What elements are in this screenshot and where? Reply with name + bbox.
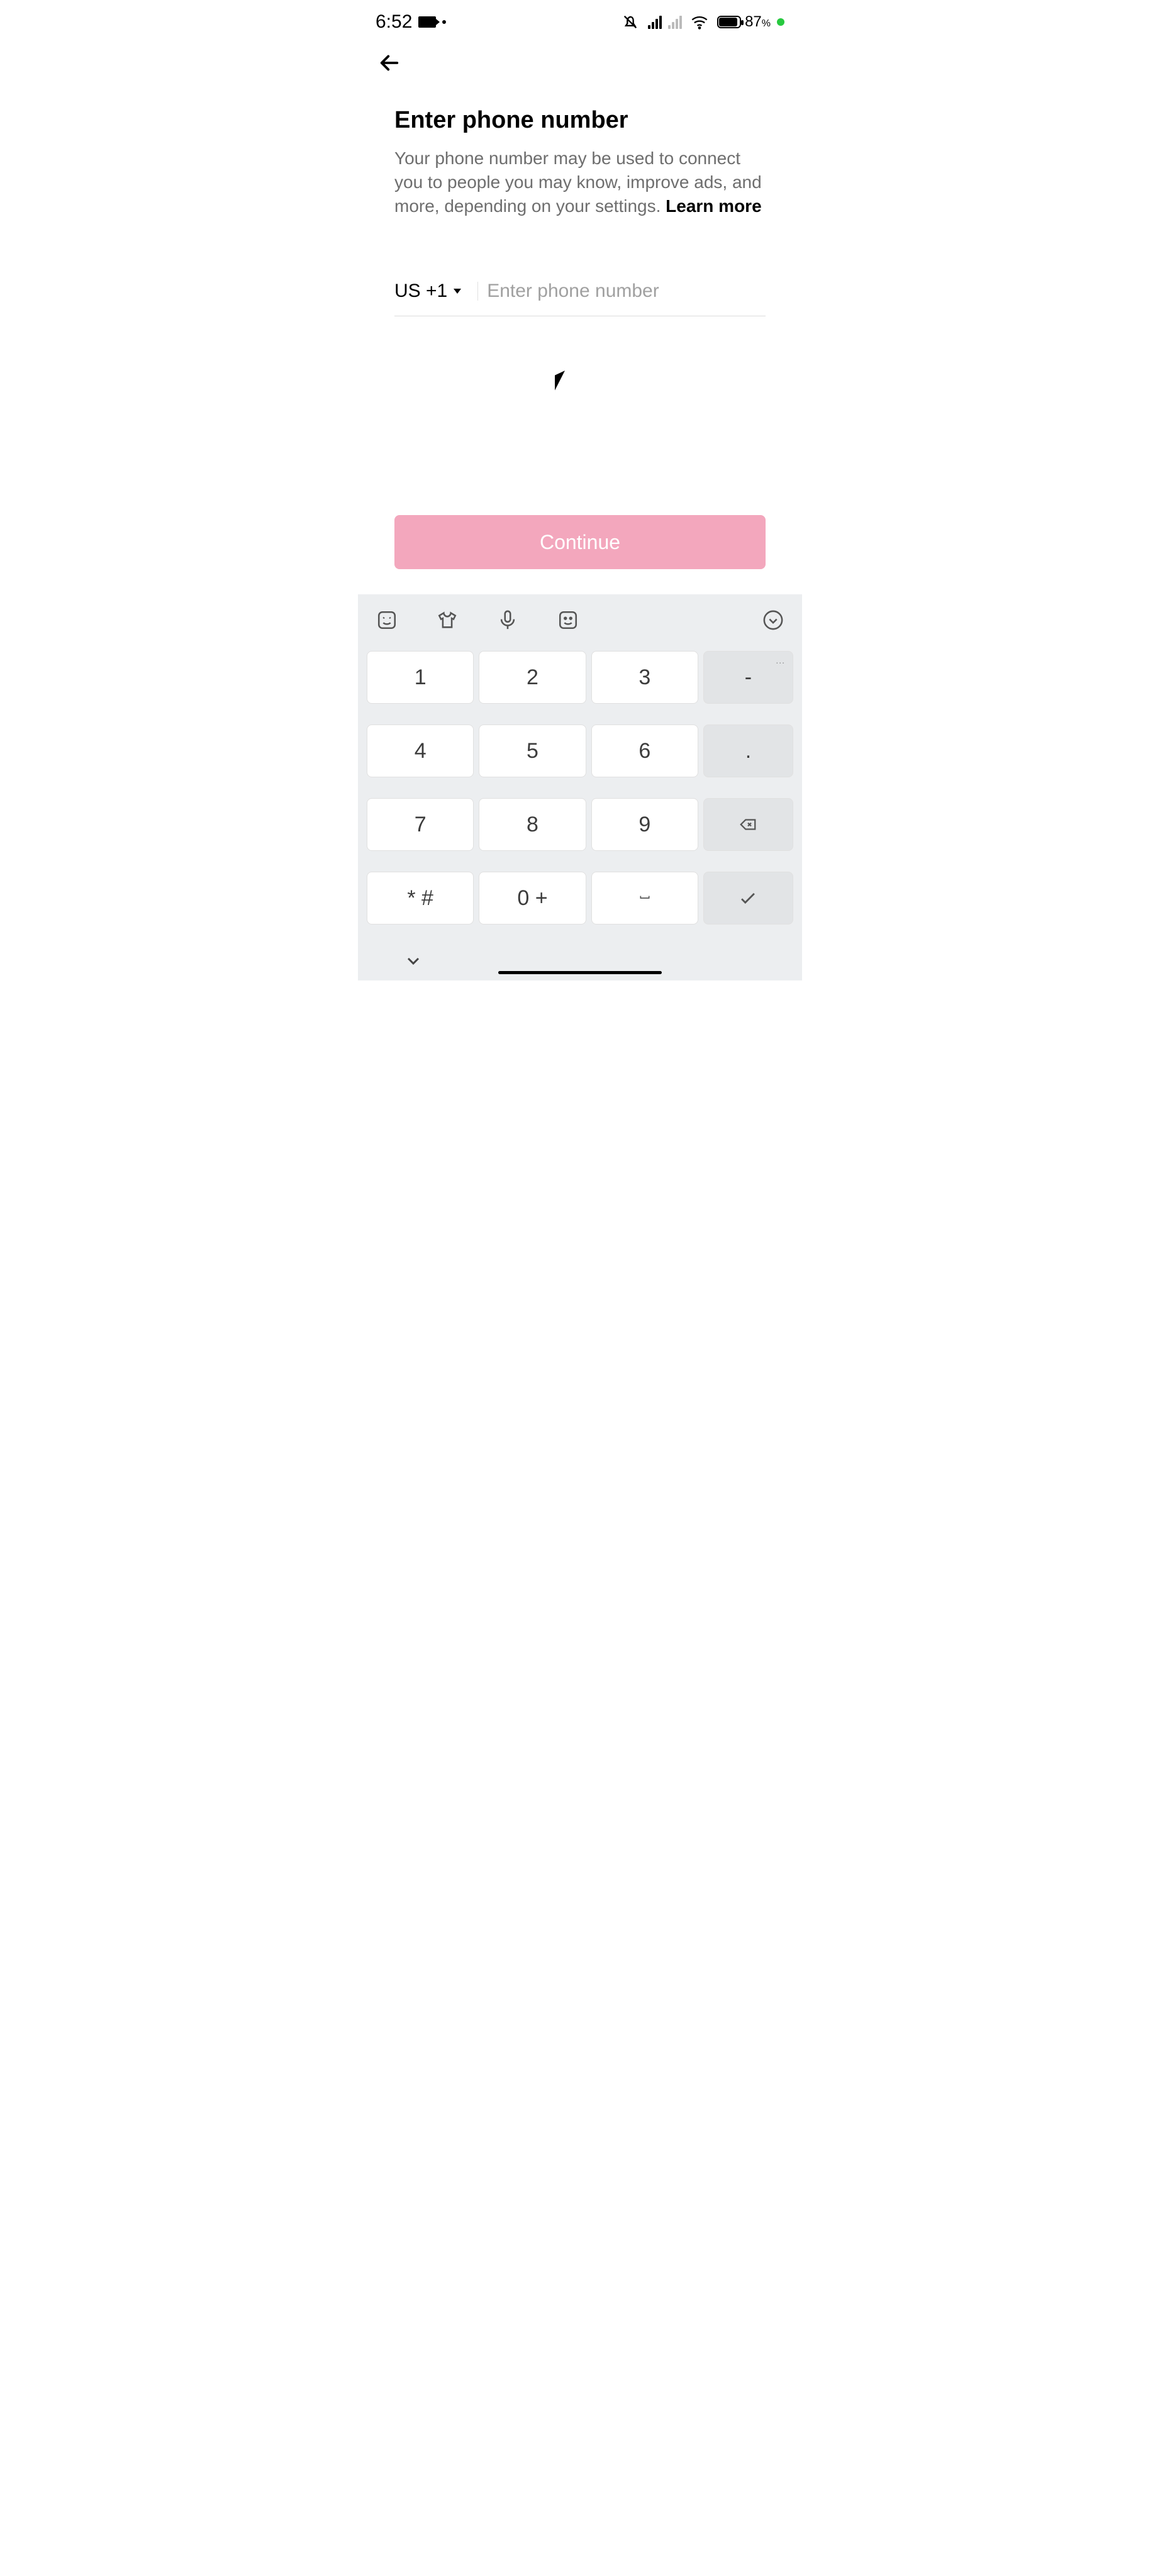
arrow-left-icon [376, 50, 403, 76]
key-8[interactable]: 8 [479, 798, 586, 851]
status-bar: 6:52 87% [358, 0, 802, 38]
page-title: Enter phone number [394, 107, 766, 134]
key-4[interactable]: 4 [367, 724, 474, 777]
status-dot-icon [442, 20, 446, 24]
key-backspace[interactable] [703, 798, 793, 851]
battery-percent-suffix: % [762, 18, 771, 29]
key-1[interactable]: 1 [367, 651, 474, 704]
key-2[interactable]: 2 [479, 651, 586, 704]
country-code-label: US +1 [394, 280, 447, 302]
key-dash[interactable]: ... - [703, 651, 793, 704]
key-9[interactable]: 9 [591, 798, 698, 851]
collapse-keyboard-icon[interactable] [762, 609, 784, 631]
key-6[interactable]: 6 [591, 724, 698, 777]
battery-indicator: 87% [717, 13, 771, 31]
key-0[interactable]: 0 + [479, 872, 586, 924]
page-subtitle: Your phone number may be used to connect… [394, 147, 766, 218]
camera-active-dot-icon [777, 18, 784, 26]
key-7[interactable]: 7 [367, 798, 474, 851]
key-3[interactable]: 3 [591, 651, 698, 704]
numeric-keyboard: 1 2 3 ... - 4 5 6 . 7 8 9 * # 0 + [358, 594, 802, 980]
key-5[interactable]: 5 [479, 724, 586, 777]
keyboard-toolbar [358, 594, 802, 646]
camera-recording-icon [418, 16, 436, 28]
chevron-down-icon [454, 289, 461, 294]
mouse-cursor-icon [555, 373, 572, 396]
status-time: 6:52 [376, 11, 412, 33]
key-space[interactable] [591, 872, 698, 924]
country-code-picker[interactable]: US +1 [394, 280, 472, 302]
microphone-icon[interactable] [496, 609, 519, 631]
mute-vibrate-icon [619, 11, 642, 33]
key-symbols[interactable]: * # [367, 872, 474, 924]
key-dot[interactable]: . [703, 724, 793, 777]
status-left: 6:52 [376, 11, 446, 33]
phone-number-input[interactable] [487, 280, 766, 302]
emoji-picker-icon[interactable] [376, 609, 398, 631]
back-button[interactable] [376, 49, 403, 77]
key-dash-label: - [745, 665, 752, 690]
continue-button[interactable]: Continue [394, 515, 766, 569]
avatar-smile-icon[interactable] [557, 609, 579, 631]
space-icon [634, 892, 655, 904]
input-divider [477, 282, 478, 301]
signal-bars-secondary-icon [668, 16, 682, 29]
checkmark-icon [737, 887, 759, 909]
wifi-icon [688, 11, 711, 33]
key-enter[interactable] [703, 872, 793, 924]
nav-bar [358, 38, 802, 88]
chevron-down-keyboard-icon[interactable] [402, 950, 425, 972]
nav-home-indicator[interactable] [498, 971, 662, 974]
status-right: 87% [619, 11, 784, 33]
phone-input-row: US +1 [394, 280, 766, 316]
learn-more-link[interactable]: Learn more [666, 196, 762, 216]
signal-bars-icon [648, 16, 662, 29]
theme-shirt-icon[interactable] [436, 609, 459, 631]
battery-percent: 87 [745, 13, 762, 30]
key-more-indicator: ... [776, 655, 785, 665]
backspace-icon [739, 815, 757, 834]
battery-icon [717, 16, 741, 28]
